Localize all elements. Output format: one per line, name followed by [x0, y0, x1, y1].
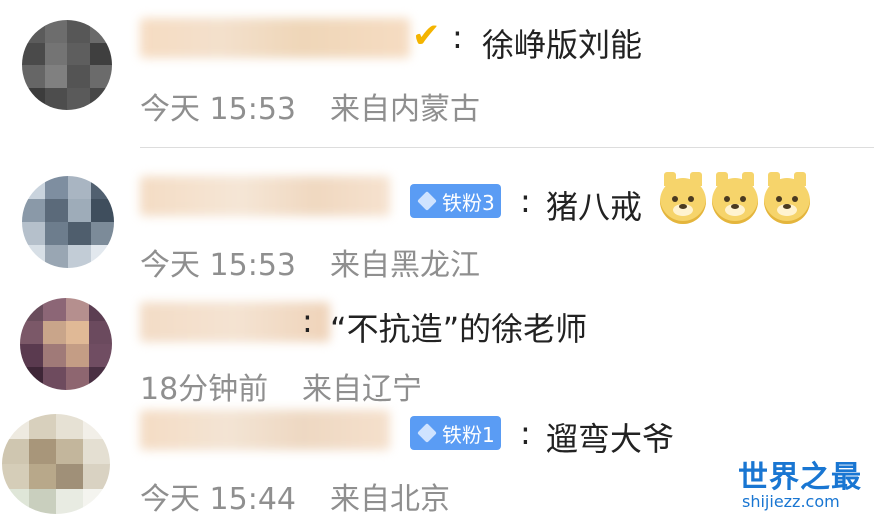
comment-item-2: 铁粉3 : 猪八戒 今天 15:53 来自黑龙江 — [0, 150, 874, 290]
doge-emoji — [712, 172, 758, 224]
divider — [140, 147, 874, 148]
avatar[interactable] — [2, 414, 110, 514]
comment-text: “不抗造”的徐老师 — [330, 310, 588, 348]
diamond-icon — [417, 423, 437, 443]
comment-item-3: : “不抗造”的徐老师 18分钟前 来自辽宁 — [0, 290, 874, 407]
avatar[interactable] — [22, 176, 114, 268]
watermark-url: shijiezz.com — [742, 492, 840, 511]
doge-emoji — [660, 172, 706, 224]
avatar[interactable] — [22, 20, 112, 110]
fan-badge: 铁粉1 — [410, 416, 501, 450]
checkmark-v-icon: ✔ — [412, 16, 441, 56]
fan-badge: 铁粉3 — [410, 184, 501, 218]
comment-text: 遛弯大爷 — [546, 420, 675, 458]
comment-location: 来自内蒙古 — [330, 92, 480, 127]
comment-separator: : — [520, 414, 531, 452]
comment-location: 来自黑龙江 — [330, 248, 480, 283]
fan-badge-label: 铁粉1 — [442, 422, 495, 447]
username-blurred[interactable] — [140, 176, 390, 216]
comment-separator: : — [452, 18, 463, 56]
comment-time: 今天 15:53 — [140, 248, 296, 283]
comment-text: 猪八戒 — [546, 188, 643, 226]
doge-emoji — [764, 172, 810, 224]
avatar[interactable] — [20, 298, 112, 390]
watermark-logo: 世界之最 — [738, 460, 862, 495]
comment-separator: : — [520, 182, 531, 220]
username-blurred[interactable] — [140, 18, 410, 58]
comment-time: 今天 15:44 — [140, 482, 296, 517]
comment-item-1: ✔ : 徐峥版刘能 今天 15:53 来自内蒙古 — [0, 0, 874, 150]
fan-badge-label: 铁粉3 — [442, 190, 495, 215]
comment-text: 徐峥版刘能 — [482, 26, 643, 64]
comment-separator: : — [302, 302, 313, 340]
comment-time: 今天 15:53 — [140, 92, 296, 127]
diamond-icon — [417, 191, 437, 211]
comment-location: 来自北京 — [330, 482, 450, 517]
username-blurred[interactable] — [140, 410, 390, 450]
